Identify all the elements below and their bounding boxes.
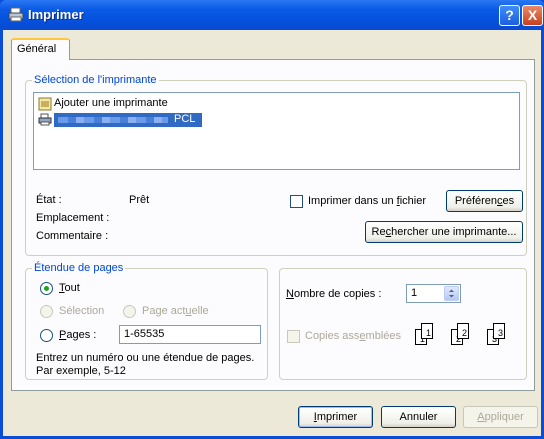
apply-text-a: A	[477, 411, 485, 423]
collate-label[interactable]: Copies assemblées	[305, 330, 401, 342]
preferences-text-a: Préféren	[454, 195, 498, 207]
radio-all-pages-label[interactable]: Tout	[59, 282, 80, 294]
print-to-file-text-a: Imprimer dans un	[308, 195, 397, 207]
radio-pages[interactable]	[40, 329, 53, 342]
page-range-hint-1: Entrez un numéro ou une étendue de pages…	[36, 352, 255, 364]
find-printer-text-a: Re	[371, 226, 386, 238]
printer-item-pcl-label: PCL	[174, 113, 196, 125]
printer-item-add-label: Ajouter une imprimante	[54, 97, 168, 109]
copies-text-b: ombre de copies :	[293, 288, 382, 300]
state-label: État :	[36, 194, 62, 206]
tab-general[interactable]: Général	[11, 38, 70, 60]
printer-icon	[8, 7, 24, 22]
print-to-file-label[interactable]: Imprimer dans un fichier	[308, 195, 426, 207]
cancel-button[interactable]: Annuler	[381, 406, 456, 428]
radio-current-page-label[interactable]: Page actuelle	[142, 305, 209, 317]
current-page-text-c: elle	[191, 305, 209, 317]
collate-text-a: Copies ass	[305, 330, 360, 342]
radio-current-page[interactable]	[123, 305, 136, 318]
close-button[interactable]: X	[522, 5, 543, 26]
tab-general-label: Général	[17, 43, 57, 55]
print-text-b: mprimer	[316, 411, 358, 423]
all-pages-text-b: out	[64, 282, 80, 294]
title-bar[interactable]: Imprimer ? X	[0, 0, 544, 30]
print-to-file-checkbox[interactable]	[290, 195, 303, 208]
radio-all-pages-dot	[44, 286, 49, 291]
radio-pages-label[interactable]: Pages :	[59, 329, 96, 341]
copies-group	[279, 268, 527, 380]
find-printer-text-c: hercher une imprimante...	[391, 226, 517, 238]
print-dialog: Imprimer ? X Général Sélection de l'impr…	[0, 0, 544, 439]
collate-page: 2	[457, 323, 469, 339]
redacted-printer-name	[58, 117, 168, 123]
print-to-file-text-c: ichier	[399, 195, 427, 207]
collate-page: 3	[493, 323, 505, 339]
page-range-legend: Étendue de pages	[32, 262, 126, 274]
radio-selection[interactable]	[40, 305, 53, 318]
help-button[interactable]: ?	[499, 5, 520, 26]
add-printer-icon	[38, 97, 52, 111]
dialog-body: Général Sélection de l'imprimante Ajoute…	[3, 30, 541, 436]
apply-text-b: ppliquer	[484, 411, 524, 423]
apply-button[interactable]: Appliquer	[463, 406, 538, 428]
copies-count-label: Nombre de copies :	[286, 288, 381, 300]
collate-text-c: mblées	[365, 330, 402, 342]
window-title: Imprimer	[28, 7, 84, 22]
copies-text-a: N	[286, 288, 294, 300]
location-label: Emplacement :	[36, 212, 110, 224]
printer-icon	[38, 113, 52, 126]
current-page-text-a: Page act	[142, 305, 186, 317]
find-printer-button[interactable]: Rechercher une imprimante...	[365, 221, 523, 243]
printer-item-pcl-highlight: PCL	[54, 113, 202, 127]
print-button[interactable]: Imprimer	[298, 406, 373, 428]
collate-checkbox[interactable]	[287, 330, 300, 343]
pages-input[interactable]: 1-65535	[119, 325, 261, 344]
preferences-button[interactable]: Préférences	[446, 190, 523, 212]
copies-count-value: 1	[411, 287, 418, 299]
copies-spinner[interactable]	[444, 286, 459, 301]
printer-selection-legend: Sélection de l'imprimante	[32, 74, 159, 86]
printer-list[interactable]: Ajouter une imprimante PCL	[33, 92, 520, 170]
copies-count-input[interactable]: 1	[406, 284, 461, 303]
comment-label: Commentaire :	[36, 230, 109, 242]
page-range-hint-2: Par exemple, 5-12	[36, 365, 126, 377]
collate-page: 1	[421, 323, 433, 339]
state-value: Prêt	[129, 194, 150, 206]
radio-selection-label[interactable]: Sélection	[59, 305, 104, 317]
spinner-arrows-icon	[449, 289, 454, 298]
preferences-text-c: es	[502, 195, 515, 207]
radio-all-pages[interactable]	[40, 282, 53, 295]
pages-text-b: ages :	[66, 329, 97, 341]
